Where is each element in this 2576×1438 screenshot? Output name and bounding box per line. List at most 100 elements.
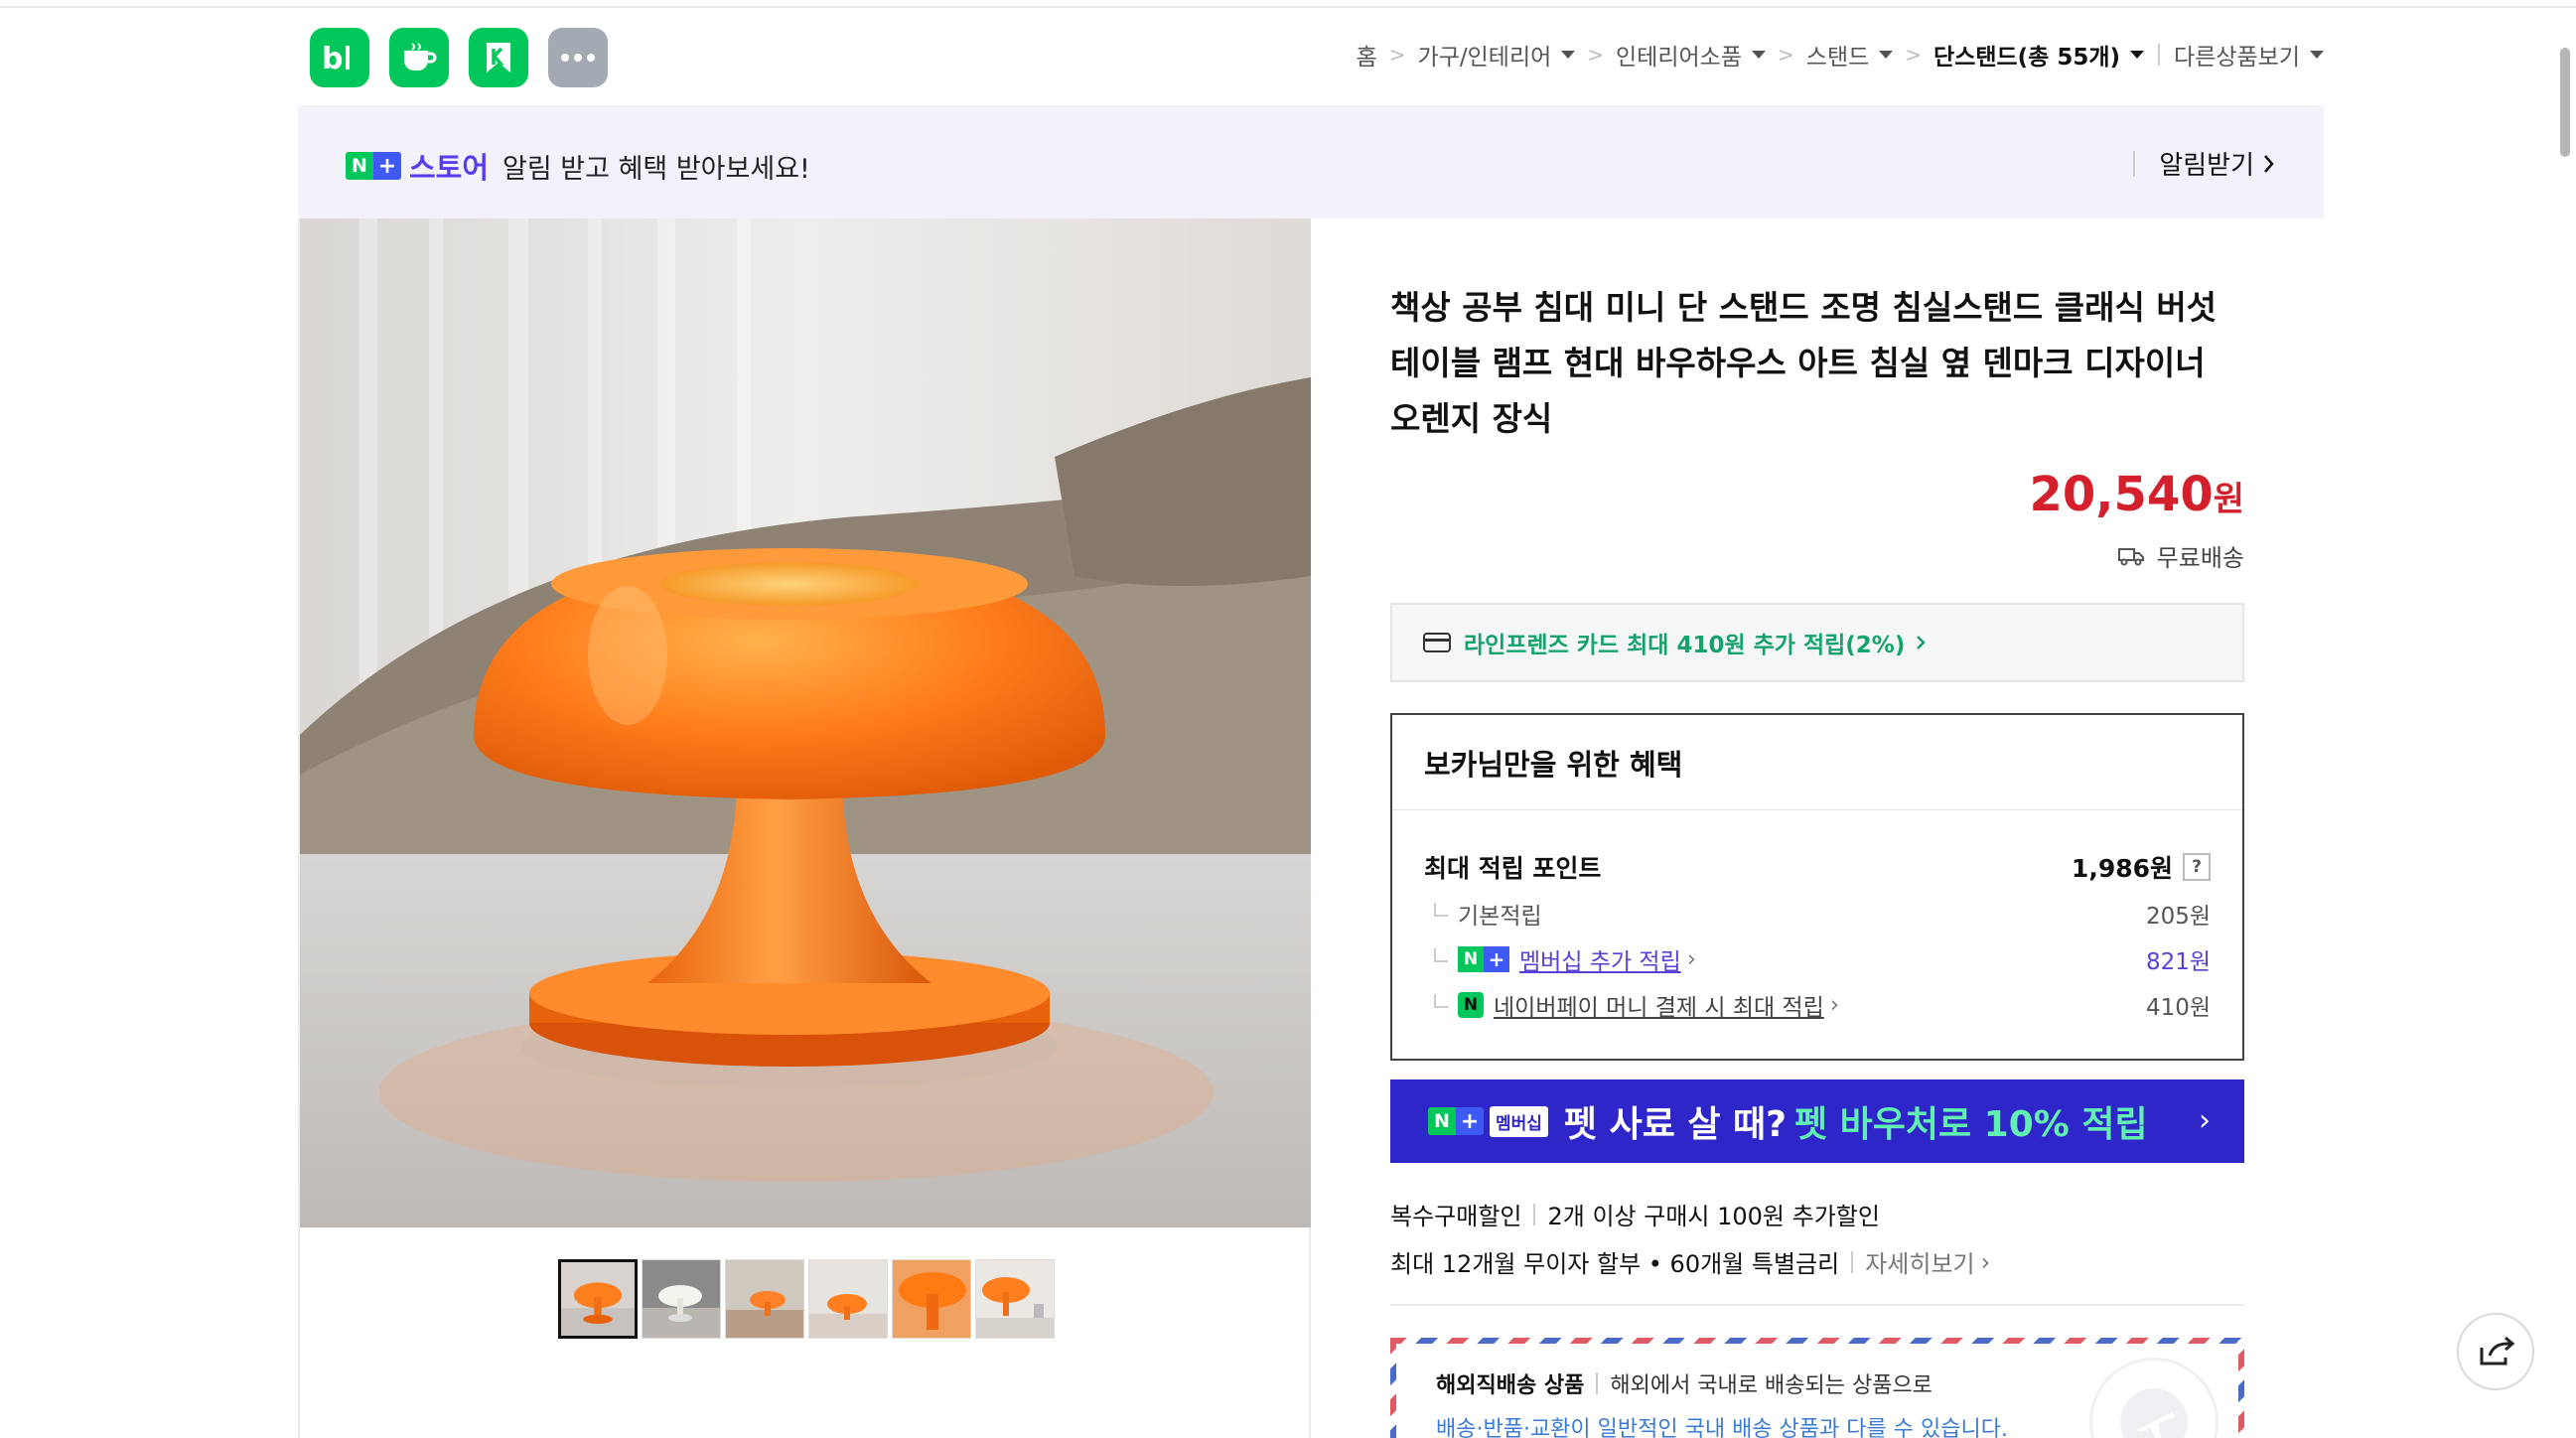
store-banner-message: N + 스토어 알림 받고 혜택 받아보세요! <box>346 145 810 187</box>
naver-n-icon: N <box>346 152 373 180</box>
breadcrumb-furniture[interactable]: 가구/인테리어 <box>1418 38 1576 72</box>
subscribe-alert-button[interactable]: 알림받기 <box>2133 145 2276 182</box>
section-divider <box>1390 1304 2244 1306</box>
cafe-app-button[interactable] <box>389 28 449 87</box>
thumbnail-4[interactable] <box>808 1259 888 1339</box>
subscribe-alert-label: 알림받기 <box>2159 151 2254 181</box>
more-apps-button[interactable] <box>548 28 608 87</box>
membership-badge: 멤버십 <box>1490 1105 1548 1137</box>
tree-branch-icon <box>1434 903 1448 917</box>
breadcrumb-separator: > <box>1587 43 1605 67</box>
discount-text: 2개 이상 구매시 100원 추가할인 <box>1547 1203 1880 1230</box>
other-products-label: 다른상품보기 <box>2174 45 2300 71</box>
breadcrumb-separator: > <box>1778 43 1794 67</box>
installment-details-link[interactable]: 자세히보기 <box>1865 1244 1974 1279</box>
share-icon <box>2480 1336 2515 1366</box>
chevron-right-icon: › <box>2199 1103 2211 1138</box>
naver-plus-badge: N + <box>346 152 401 180</box>
overseas-note: 배송·반품·교환이 일반적인 국내 배송 상품과 다를 수 있습니다. <box>1436 1417 2008 1438</box>
blog-app-button[interactable]: b <box>310 28 369 87</box>
product-price: 20,540원 <box>2029 467 2244 522</box>
thumbnail-image <box>893 1260 970 1338</box>
bookmark-icon <box>487 43 510 72</box>
thumbnail-image <box>809 1260 887 1338</box>
thumbnail-6[interactable] <box>975 1259 1055 1339</box>
breadcrumb-label: 인테리어소품 <box>1616 45 1743 71</box>
breadcrumb-separator: > <box>1388 43 1406 67</box>
caret-down-icon <box>1879 51 1894 59</box>
breadcrumb-label: 단스탠드(총 55개) <box>1933 45 2121 71</box>
thumbnail-3[interactable] <box>725 1259 804 1339</box>
caret-down-icon <box>1752 51 1767 59</box>
product-gallery <box>298 218 1311 1438</box>
naverpay-points-row: N 네이버페이 머니 결제 시 최대 적립 › 410원 <box>1424 988 2211 1022</box>
page-scrollbar[interactable] <box>2560 48 2570 157</box>
more-dots-icon <box>561 54 595 62</box>
other-products-dropdown[interactable]: 다른상품보기 <box>2174 38 2324 72</box>
share-button[interactable] <box>2457 1313 2534 1390</box>
benefit-title: 보카님만을 위한 혜택 <box>1392 715 2242 810</box>
base-points-value: 205원 <box>2145 904 2211 930</box>
bookmark-app-button[interactable] <box>469 28 528 87</box>
breadcrumb-desk-stand[interactable]: 단스탠드(총 55개) <box>1933 38 2145 72</box>
price-unit: 원 <box>2213 480 2244 519</box>
naverpay-points-link[interactable]: 네이버페이 머니 결제 시 최대 적립 <box>1494 988 1824 1022</box>
top-bar: b 홈 > 가구/인테리어 > 인테리어소품 > 스탠드 > 단스탠드(총 55… <box>298 22 2324 93</box>
breadcrumb-label: 가구/인테리어 <box>1417 45 1552 71</box>
naver-n-icon: N <box>1458 946 1484 972</box>
overseas-notice-line: 해외직배송 상품 해외에서 국내로 배송되는 상품으로 <box>1436 1367 2199 1399</box>
caret-down-icon <box>1561 51 1576 59</box>
breadcrumb-interior-items[interactable]: 인테리어소품 <box>1616 38 1767 72</box>
thumbnail-image <box>643 1260 720 1338</box>
plus-icon: + <box>1456 1107 1484 1135</box>
base-points-label: 기본적립 <box>1458 904 1542 930</box>
service-app-icons: b <box>310 28 608 87</box>
chevron-right-icon: › <box>1829 992 1839 1018</box>
product-main-image[interactable] <box>300 218 1311 1227</box>
top-border <box>0 0 2576 8</box>
breadcrumb-home[interactable]: 홈 <box>1357 38 1377 72</box>
thumbnail-5[interactable] <box>892 1259 971 1339</box>
store-logo-text: 스토어 <box>409 151 490 185</box>
help-question-icon[interactable]: ? <box>2183 853 2211 881</box>
overseas-shipping-notice: 해외직배송 상품 해외에서 국내로 배송되는 상품으로 배송·반품·교환이 일반… <box>1390 1338 2244 1438</box>
base-points-row: 기본적립 205원 <box>1424 897 2211 931</box>
divider <box>1596 1372 1599 1394</box>
breadcrumb-separator: > <box>1905 43 1923 67</box>
chevron-right-icon: › <box>1980 1247 1991 1276</box>
orange-mushroom-lamp-photo <box>300 218 1311 1227</box>
divider <box>1533 1203 1536 1225</box>
plus-icon: + <box>1484 946 1509 972</box>
svg-text:b: b <box>322 42 343 74</box>
divider <box>1851 1250 1854 1273</box>
max-points-label: 최대 적립 포인트 <box>1424 854 1602 883</box>
naver-plus-badge: N + <box>1428 1107 1484 1135</box>
truck-icon <box>2117 547 2144 565</box>
price-value: 20,540 <box>2029 467 2214 522</box>
installment-info: 최대 12개월 무이자 할부 • 60개월 특별금리 자세히보기 › <box>1390 1244 1990 1279</box>
naver-plus-badge: N + <box>1458 946 1509 972</box>
promo-text-question: 펫 사료 살 때? <box>1563 1104 1788 1145</box>
blog-icon: b <box>322 42 350 74</box>
caret-down-icon <box>2130 51 2145 59</box>
thumbnail-image <box>561 1262 635 1336</box>
membership-points-link[interactable]: 멤버십 추가 적립 <box>1519 942 1681 976</box>
store-banner-text: 알림 받고 혜택 받아보세요! <box>502 153 810 185</box>
membership-promo-banner[interactable]: N + 멤버십 펫 사료 살 때? 펫 바우처로 10% 적립 › <box>1390 1079 2244 1163</box>
breadcrumb-stand[interactable]: 스탠드 <box>1805 38 1894 72</box>
naverpay-points-value: 410원 <box>2145 995 2211 1021</box>
breadcrumb-label: 스탠드 <box>1805 45 1870 71</box>
tree-branch-icon <box>1434 948 1448 962</box>
tree-branch-icon <box>1434 994 1448 1008</box>
card-reward-offer[interactable]: 라인프렌즈 카드 최대 410원 추가 적립(2%) <box>1390 603 2244 682</box>
installment-text: 최대 12개월 무이자 할부 • 60개월 특별금리 <box>1390 1250 1840 1278</box>
thumbnail-1[interactable] <box>558 1259 638 1339</box>
airmail-stamp-icon <box>2089 1358 2218 1438</box>
multi-purchase-discount: 복수구매할인 2개 이상 구매시 100원 추가할인 <box>1390 1197 1880 1231</box>
thumbnail-strip <box>558 1259 1055 1339</box>
thumbnail-2[interactable] <box>642 1259 721 1339</box>
discount-label: 복수구매할인 <box>1390 1203 1522 1230</box>
credit-card-icon <box>1423 633 1451 652</box>
cafe-icon <box>404 43 437 71</box>
shipping-label: 무료배송 <box>2156 544 2244 572</box>
